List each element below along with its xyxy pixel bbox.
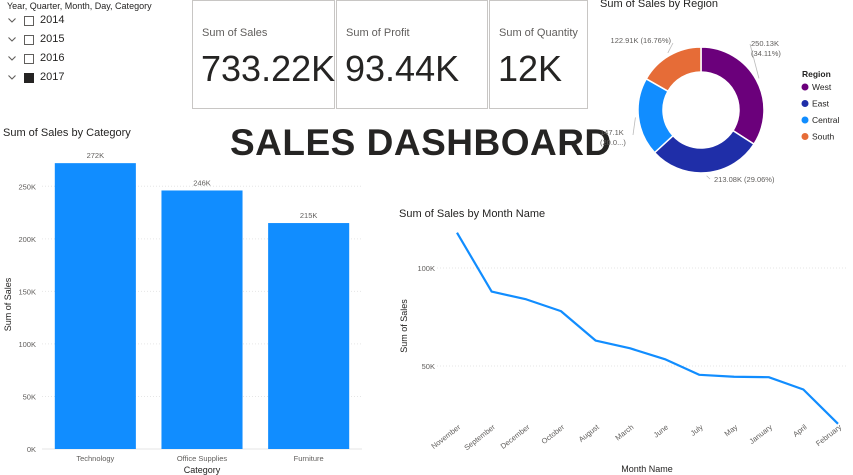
slicer-item-label: 2017: [40, 71, 65, 83]
legend-label-west: West: [812, 82, 832, 92]
line-x-tick-label: October: [540, 422, 567, 446]
legend-marker-east: [801, 100, 809, 107]
line-x-tick-label: June: [652, 422, 670, 439]
bar-y-tick-label: 0K: [27, 445, 36, 454]
card-value: 733.22K: [201, 48, 336, 89]
slicer-checkbox[interactable]: [24, 35, 34, 45]
slice-data-label: (20.0...): [600, 138, 626, 147]
slicer-item[interactable]: 2015: [7, 33, 177, 49]
line-x-tick-label: July: [689, 422, 705, 437]
bar-data-label: 272K: [87, 151, 105, 160]
line-x-tick-label: February: [814, 422, 843, 448]
slicer-item-label: 2014: [40, 14, 65, 26]
bar-x-tick-label: Office Supplies: [177, 454, 228, 463]
year-slicer: Year, Quarter, Month, Day, Category 2014…: [0, 0, 185, 95]
line-chart: 50K 100K November September December October A…: [399, 232, 848, 474]
line-x-tick-label: May: [723, 422, 740, 438]
line-x-tick-label: August: [577, 422, 602, 444]
bar-technology: [54, 163, 136, 450]
bar-y-tick-label: 150K: [18, 287, 36, 296]
legend-label-central: Central: [812, 115, 840, 125]
line-y-axis-title: Sum of Sales: [399, 299, 409, 353]
line-y-tick-label: 50K: [422, 362, 435, 371]
chevron-down-icon[interactable]: [7, 72, 17, 82]
bar-chart-title: Sum of Sales by Category: [3, 127, 131, 139]
legend-marker-central: [801, 116, 809, 124]
slice-data-label: 147.1K: [600, 128, 624, 137]
card-title: Sum of Profit: [346, 27, 410, 39]
line-chart-title: Sum of Sales by Month Name: [399, 208, 546, 220]
legend-marker-south: [801, 133, 809, 140]
bar-y-tick-label: 250K: [18, 182, 36, 191]
slicer-item[interactable]: 2014: [7, 14, 177, 30]
line-x-tick-label: December: [499, 422, 532, 451]
legend-label-east: East: [812, 99, 830, 109]
slice-data-label: 213.08K (29.06%): [714, 175, 775, 184]
bar-y-axis-title: Sum of Sales: [3, 277, 13, 331]
bar-chart: 0K 50K 100K 150K 200K 250K 272K Technology 246K O…: [3, 151, 362, 475]
bar-data-label: 246K: [193, 178, 211, 187]
line-x-tick-label: November: [429, 422, 462, 451]
bar-x-axis-title: Category: [184, 465, 221, 475]
line-x-tick-label: March: [613, 422, 635, 442]
card-sum-of-quantity: Sum of Quantity 12K: [489, 0, 588, 109]
line-x-tick-label: September: [462, 422, 497, 452]
slicer-item-label: 2016: [40, 52, 65, 64]
bar-y-tick-label: 200K: [18, 235, 36, 244]
legend-marker-west: [801, 83, 809, 91]
bar-x-tick-label: Furniture: [294, 454, 324, 463]
chevron-down-icon[interactable]: [7, 15, 17, 25]
slicer-item[interactable]: 2016: [7, 52, 177, 68]
bar-y-tick-label: 50K: [23, 392, 36, 401]
slicer-item-label: 2015: [40, 33, 65, 45]
leader-line: [706, 175, 711, 180]
line-y-tick-label: 100K: [417, 264, 435, 273]
slice-data-label: (34.11%): [751, 49, 781, 58]
slicer-checkbox[interactable]: [24, 73, 34, 83]
line-x-tick-label: April: [791, 422, 809, 439]
slicer-title: Year, Quarter, Month, Day, Category: [7, 1, 152, 11]
line-x-axis-title: Month Name: [621, 464, 673, 474]
donut-chart: 250.13K(34.11%) 213.08K (29.06%) 147.1K(20…: [600, 36, 840, 184]
bar-furniture: [268, 223, 350, 449]
slicer-item[interactable]: 2017: [7, 71, 177, 87]
bar-y-tick-label: 100K: [18, 340, 36, 349]
legend-title: Region: [802, 69, 831, 79]
donut-chart-title: Sum of Sales by Region: [600, 0, 719, 10]
card-sum-of-profit: Sum of Profit 93.44K: [336, 0, 488, 109]
line-x-tick-label: January: [747, 422, 774, 446]
card-title: Sum of Quantity: [499, 27, 578, 39]
chevron-down-icon[interactable]: [7, 34, 17, 44]
bar-x-tick-label: Technology: [76, 454, 114, 463]
slice-data-label: 122.91K (16.76%): [611, 36, 672, 45]
bar-office-supplies: [161, 190, 243, 449]
card-title: Sum of Sales: [202, 27, 268, 39]
line-series: [456, 232, 839, 425]
bar-data-label: 215K: [300, 211, 318, 220]
leader-line: [632, 117, 636, 136]
card-value: 12K: [498, 48, 563, 89]
slicer-checkbox[interactable]: [24, 16, 34, 26]
slice-data-label: 250.13K: [751, 39, 779, 48]
slicer-checkbox[interactable]: [24, 54, 34, 64]
chevron-down-icon[interactable]: [7, 53, 17, 63]
legend-label-south: South: [812, 132, 834, 142]
card-value: 93.44K: [345, 48, 460, 89]
card-sum-of-sales: Sum of Sales 733.22K: [192, 0, 335, 109]
